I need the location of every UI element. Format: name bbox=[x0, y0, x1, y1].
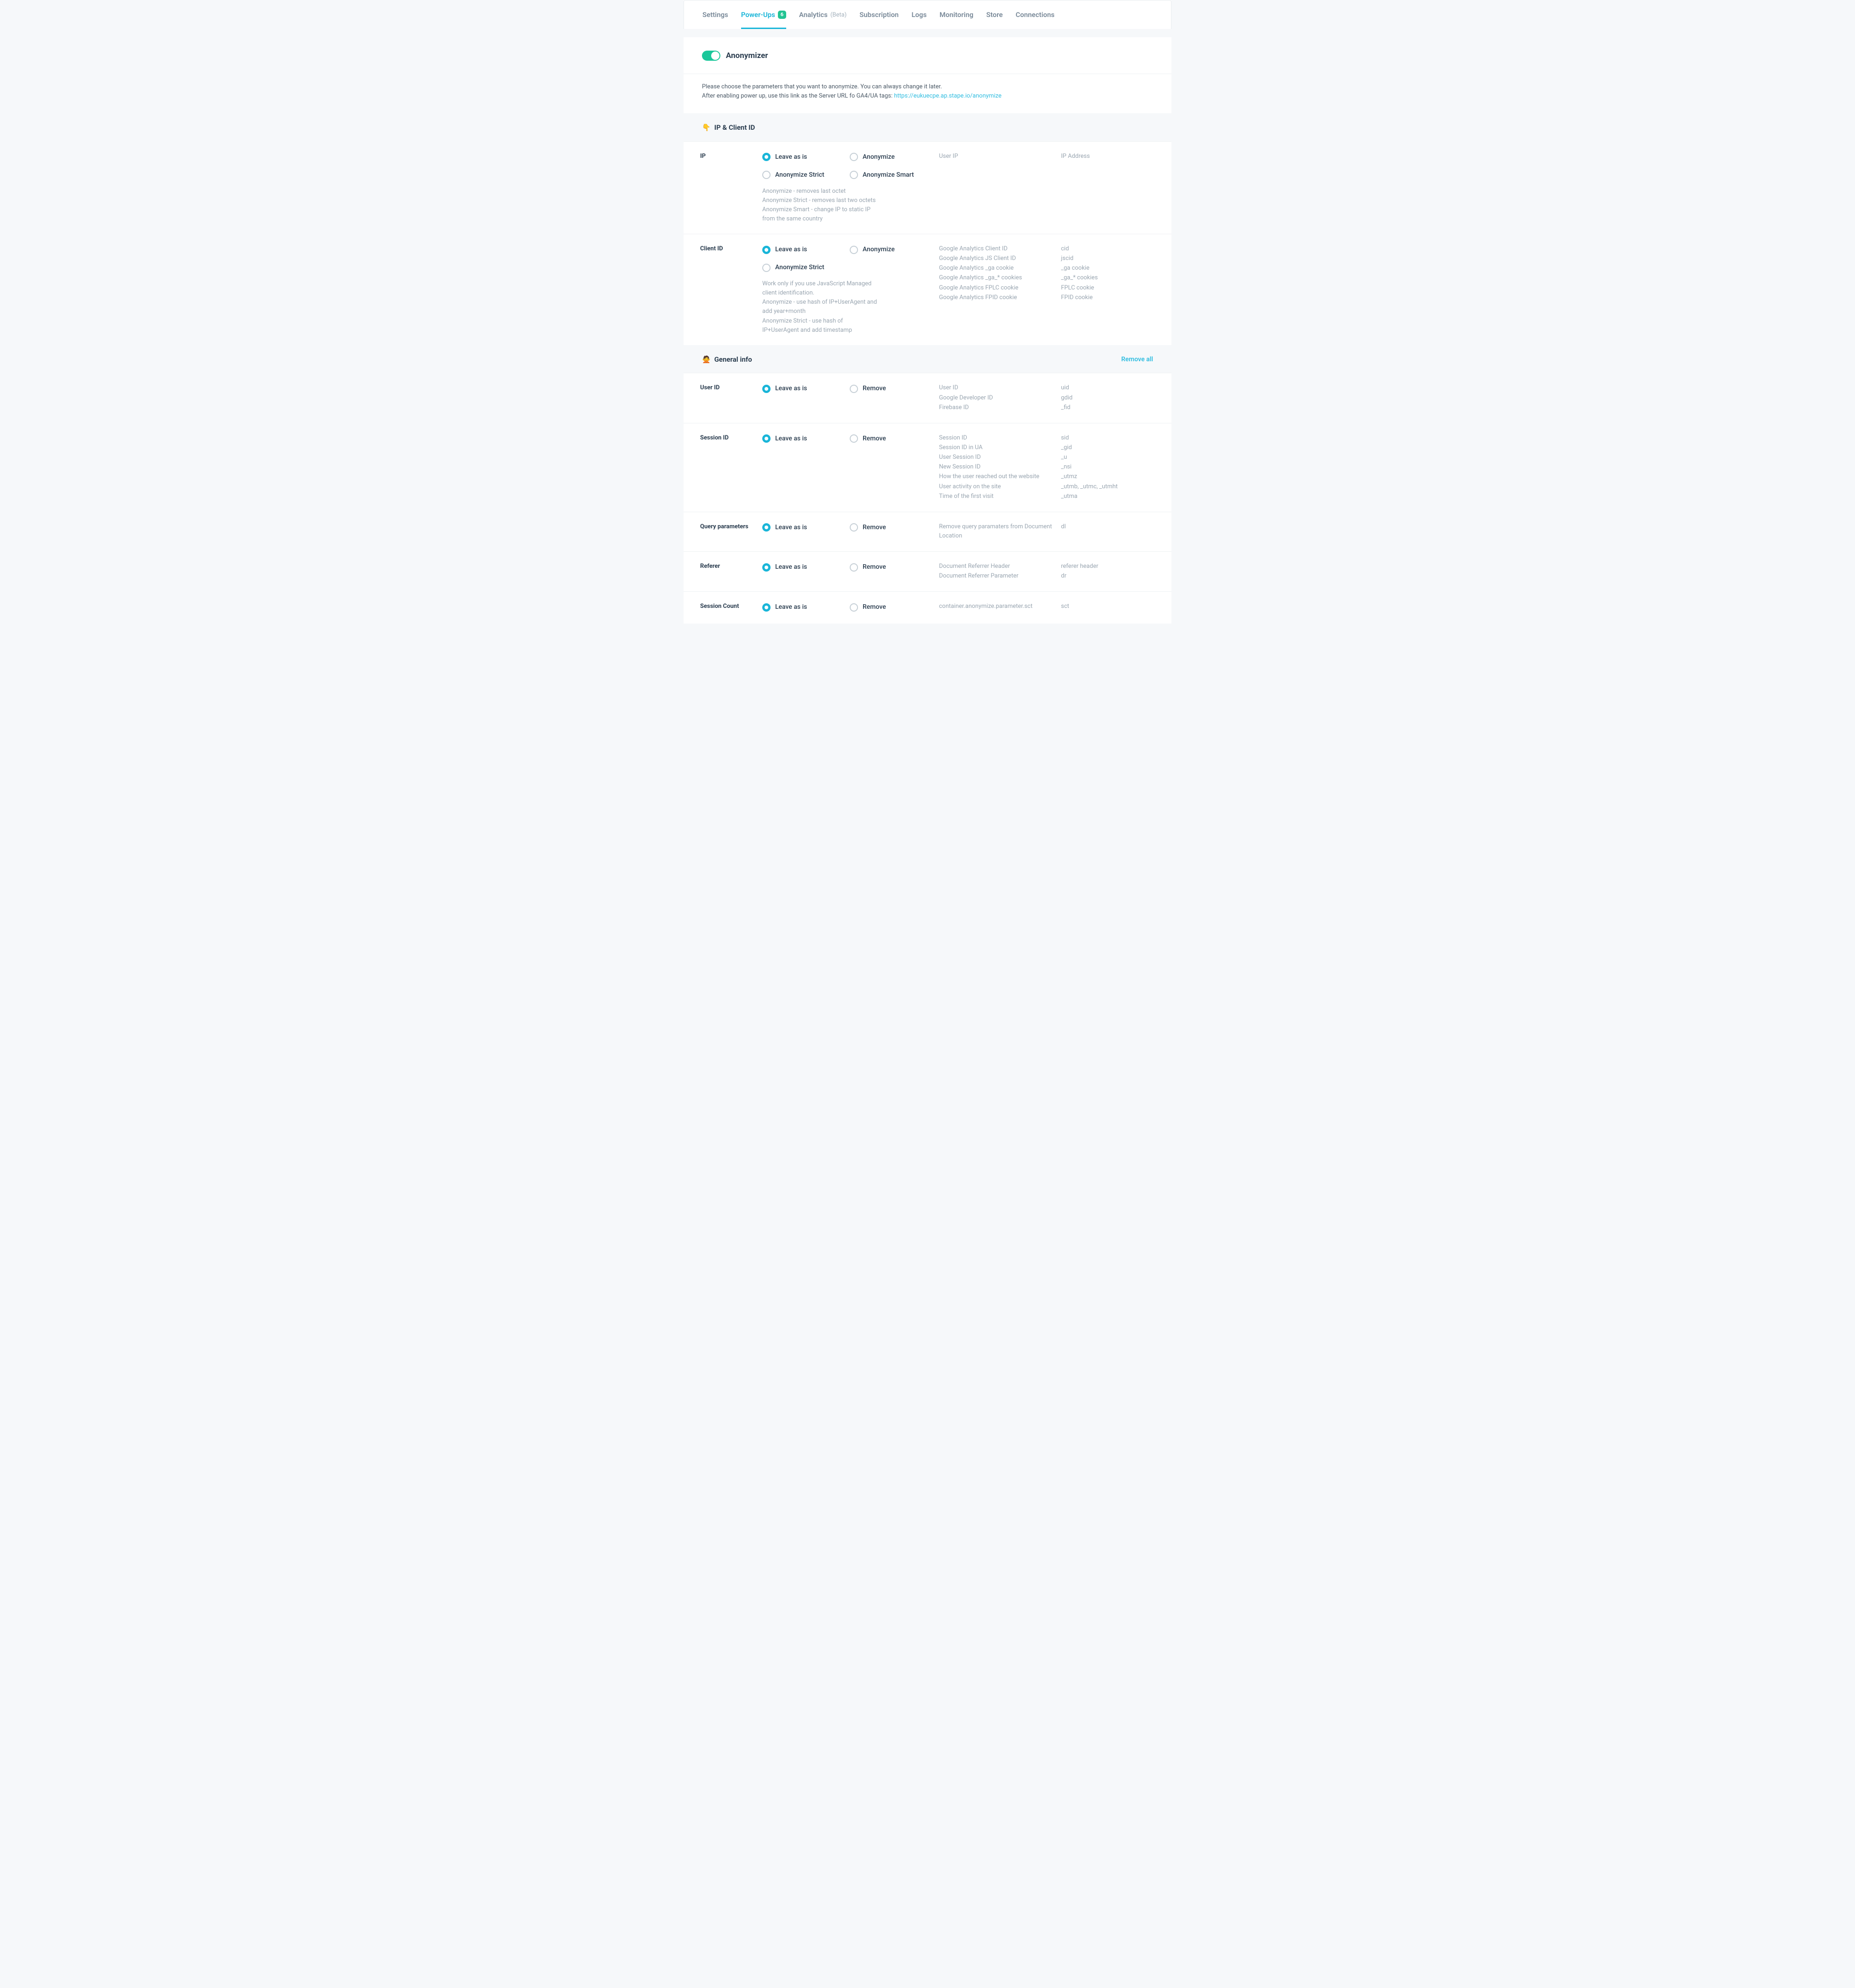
anonymizer-toggle[interactable] bbox=[702, 51, 720, 61]
sessionid-meta-names: Session IDSession ID in UAUser Session I… bbox=[939, 433, 1054, 502]
section-ip-client: 👇 IP & Client ID bbox=[684, 113, 1171, 141]
radio-ip-anonymize-smart[interactable]: Anonymize Smart bbox=[850, 169, 928, 181]
cid-meta-keys: cidjscid_ga cookie _ga_* cookiesFPLC coo… bbox=[1061, 243, 1153, 335]
qp-meta-names: Remove query paramaters from Document Lo… bbox=[939, 521, 1054, 541]
radio-sessionid-leave[interactable]: Leave as is bbox=[762, 433, 841, 445]
radio-dot-icon bbox=[850, 523, 858, 532]
radio-dot-icon bbox=[850, 563, 858, 572]
anonymizer-intro: Please choose the parameters that you wa… bbox=[684, 74, 1171, 113]
sessionid-meta-keys: sid_gid_u _nsi_utmz_utmb, _utmc, _utmht … bbox=[1061, 433, 1153, 502]
no-gesture-icon: 🙅 bbox=[702, 354, 711, 365]
userid-meta-keys: uidgdid_fid bbox=[1061, 382, 1153, 412]
tab-monitoring[interactable]: Monitoring bbox=[939, 0, 973, 29]
radio-dot-icon bbox=[850, 153, 858, 161]
userid-meta-names: User IDGoogle Developer IDFirebase ID bbox=[939, 382, 1054, 412]
radio-ip-anonymize-strict[interactable]: Anonymize Strict bbox=[762, 169, 841, 181]
radio-userid-remove[interactable]: Remove bbox=[850, 382, 928, 395]
radio-qp-remove[interactable]: Remove bbox=[850, 521, 928, 534]
row-session-id: Session ID Leave as is Remove Session ID… bbox=[684, 423, 1171, 512]
referer-meta-keys: referer headerdr bbox=[1061, 561, 1153, 581]
radio-ip-leave[interactable]: Leave as is bbox=[762, 151, 841, 163]
row-title-session-id: Session ID bbox=[700, 433, 755, 502]
radio-referer-remove[interactable]: Remove bbox=[850, 561, 928, 573]
tab-store[interactable]: Store bbox=[986, 0, 1003, 29]
server-url-link[interactable]: https://eukuecpe.ap.stape.io/anonymize bbox=[894, 92, 1001, 99]
row-ip: IP Leave as is Anonymize Anonymize Stric… bbox=[684, 141, 1171, 234]
radio-dot-icon bbox=[762, 523, 771, 532]
radio-ip-anonymize[interactable]: Anonymize bbox=[850, 151, 928, 163]
tab-subscription[interactable]: Subscription bbox=[859, 0, 899, 29]
radio-dot-icon bbox=[762, 171, 771, 179]
radio-dot-icon bbox=[850, 385, 858, 393]
radio-sct-leave[interactable]: Leave as is bbox=[762, 601, 841, 613]
cid-help: Work only if you use JavaScript Managed … bbox=[762, 279, 877, 335]
ip-help: Anonymize - removes last octetAnonymize … bbox=[762, 187, 877, 224]
row-title-ip: IP bbox=[700, 151, 755, 224]
radio-dot-icon bbox=[850, 171, 858, 179]
sct-meta-names: container.anonymize.parameter.sct bbox=[939, 601, 1054, 613]
radio-dot-icon bbox=[850, 246, 858, 254]
radio-sct-remove[interactable]: Remove bbox=[850, 601, 928, 613]
tab-logs[interactable]: Logs bbox=[911, 0, 927, 29]
section-general-info: 🙅 General info Remove all bbox=[684, 345, 1171, 373]
row-title-session-count: Session Count bbox=[700, 601, 755, 613]
remove-all-link[interactable]: Remove all bbox=[1121, 355, 1153, 364]
radio-cid-leave[interactable]: Leave as is bbox=[762, 243, 841, 256]
row-client-id: Client ID Leave as is Anonymize Anonymiz… bbox=[684, 234, 1171, 345]
radio-referer-leave[interactable]: Leave as is bbox=[762, 561, 841, 573]
anonymizer-title: Anonymizer bbox=[726, 50, 768, 62]
tab-settings[interactable]: Settings bbox=[702, 0, 728, 29]
row-title-client-id: Client ID bbox=[700, 243, 755, 335]
pointing-down-icon: 👇 bbox=[702, 122, 711, 133]
row-title-query-params: Query parameters bbox=[700, 521, 755, 541]
row-title-referer: Referer bbox=[700, 561, 755, 581]
radio-dot-icon bbox=[850, 603, 858, 612]
radio-dot-icon bbox=[762, 385, 771, 393]
qp-meta-keys: dl bbox=[1061, 521, 1153, 541]
referer-meta-names: Document Referrer HeaderDocument Referre… bbox=[939, 561, 1054, 581]
power-ups-count-badge: 6 bbox=[778, 11, 786, 19]
radio-qp-leave[interactable]: Leave as is bbox=[762, 521, 841, 534]
cid-meta-names: Google Analytics Client IDGoogle Analyti… bbox=[939, 243, 1054, 335]
tabs: Settings Power-Ups 6 Analytics (Beta) Su… bbox=[684, 0, 1171, 29]
radio-userid-leave[interactable]: Leave as is bbox=[762, 382, 841, 395]
radio-dot-icon bbox=[762, 246, 771, 254]
tab-connections[interactable]: Connections bbox=[1015, 0, 1054, 29]
radio-dot-icon bbox=[762, 434, 771, 443]
radio-dot-icon bbox=[850, 434, 858, 443]
radio-dot-icon bbox=[762, 264, 771, 272]
row-title-user-id: User ID bbox=[700, 382, 755, 412]
radio-cid-anonymize[interactable]: Anonymize bbox=[850, 243, 928, 256]
radio-dot-icon bbox=[762, 563, 771, 572]
tab-power-ups[interactable]: Power-Ups 6 bbox=[741, 0, 786, 29]
row-session-count: Session Count Leave as is Remove contain… bbox=[684, 591, 1171, 624]
row-user-id: User ID Leave as is Remove User IDGoogle… bbox=[684, 373, 1171, 422]
sct-meta-keys: sct bbox=[1061, 601, 1153, 613]
ip-meta-names: User IP bbox=[939, 151, 1054, 224]
radio-sessionid-remove[interactable]: Remove bbox=[850, 433, 928, 445]
radio-cid-anonymize-strict[interactable]: Anonymize Strict bbox=[762, 261, 841, 274]
ip-meta-keys: IP Address bbox=[1061, 151, 1153, 224]
row-referer: Referer Leave as is Remove Document Refe… bbox=[684, 551, 1171, 591]
tab-analytics[interactable]: Analytics (Beta) bbox=[799, 0, 846, 29]
row-query-params: Query parameters Leave as is Remove Remo… bbox=[684, 512, 1171, 551]
radio-dot-icon bbox=[762, 153, 771, 161]
radio-dot-icon bbox=[762, 603, 771, 612]
